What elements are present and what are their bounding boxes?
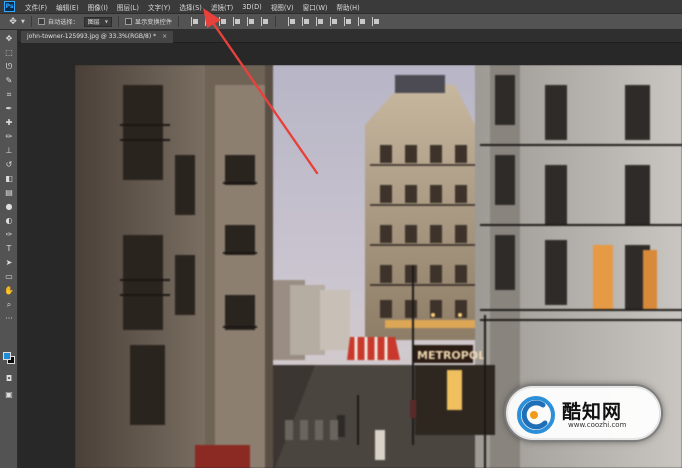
distribute-middle-icon[interactable] xyxy=(301,17,310,26)
document-tab[interactable]: john-towner-125993.jpg @ 33.3%(RGB/8) * × xyxy=(21,31,174,43)
quick-select-tool-icon[interactable]: ✎ xyxy=(3,76,15,86)
menu-layer[interactable]: 图层(L) xyxy=(117,2,139,12)
auto-select-checkbox[interactable] xyxy=(37,18,45,25)
divider xyxy=(30,16,32,27)
distribute-top-icon[interactable] xyxy=(287,17,296,26)
foreground-color-swatch[interactable] xyxy=(3,352,11,360)
divider xyxy=(117,16,119,27)
auto-select-dropdown[interactable]: 图层 ▼ xyxy=(83,16,112,27)
divider xyxy=(275,16,277,27)
clone-stamp-tool-icon[interactable]: ⊥ xyxy=(3,146,15,156)
pen-tool-icon[interactable]: ✑ xyxy=(3,230,15,240)
svg-text:METROPOL: METROPOL xyxy=(417,349,485,362)
distribute-center-icon[interactable] xyxy=(343,17,352,26)
align-top-icon[interactable] xyxy=(232,17,241,26)
chevron-down-icon: ▼ xyxy=(104,19,108,24)
menu-image[interactable]: 图像(I) xyxy=(88,2,108,12)
watermark-url: www.coozhi.com xyxy=(568,421,627,429)
document-tab-title: john-towner-125993.jpg @ 33.3%(RGB/8) * xyxy=(27,33,157,40)
lasso-tool-icon[interactable]: ᘎ xyxy=(3,62,15,72)
hand-tool-icon[interactable]: ✋ xyxy=(3,286,15,296)
gradient-tool-icon[interactable]: ▤ xyxy=(3,188,15,198)
align-left-icon[interactable] xyxy=(190,17,199,26)
history-brush-tool-icon[interactable]: ↺ xyxy=(3,160,15,170)
screen-mode-icon[interactable]: ▣ xyxy=(3,390,15,400)
healing-brush-tool-icon[interactable]: ✚ xyxy=(3,118,15,128)
close-icon[interactable]: × xyxy=(162,33,167,40)
menu-edit[interactable]: 编辑(E) xyxy=(56,2,79,12)
align-center-icon[interactable] xyxy=(204,17,213,26)
menu-view[interactable]: 视图(V) xyxy=(271,2,294,12)
menu-window[interactable]: 窗口(W) xyxy=(303,2,328,12)
options-bar: ✥ ▼ 自动选择： 图层 ▼ 显示变换控件 xyxy=(0,13,682,30)
show-transform-checkbox[interactable] xyxy=(124,18,132,25)
menu-file[interactable]: 文件(F) xyxy=(25,2,47,12)
eyedropper-tool-icon[interactable]: ✒ xyxy=(3,104,15,114)
eraser-tool-icon[interactable]: ◧ xyxy=(3,174,15,184)
distribute-right-icon[interactable] xyxy=(357,17,366,26)
more-tools-icon[interactable]: ··· xyxy=(3,314,15,324)
auto-select-value: 图层 xyxy=(87,19,100,26)
tools-panel: ✥ ⬚ ᘎ ✎ ⌗ ✒ ✚ ✏ ⊥ ↺ ◧ ▤ ● ◐ ✑ T ➤ ▭ ✋ ⌕ … xyxy=(0,30,18,468)
type-tool-icon[interactable]: T xyxy=(3,244,15,254)
distribute-bottom-icon[interactable] xyxy=(315,17,324,26)
auto-align-icon[interactable] xyxy=(371,17,380,26)
move-tool-preset-icon[interactable]: ✥ xyxy=(6,16,20,28)
document-tab-bar: john-towner-125993.jpg @ 33.3%(RGB/8) * × xyxy=(18,30,682,43)
quick-mask-icon[interactable]: ◘ xyxy=(3,374,15,384)
auto-select-label: 自动选择： xyxy=(47,19,79,26)
menu-filter[interactable]: 滤镜(T) xyxy=(211,2,233,12)
zoom-tool-icon[interactable]: ⌕ xyxy=(3,300,15,310)
menu-select[interactable]: 选择(S) xyxy=(179,2,202,12)
dodge-tool-icon[interactable]: ◐ xyxy=(3,216,15,226)
align-right-icon[interactable] xyxy=(218,17,227,26)
show-transform-label: 显示变换控件 xyxy=(134,19,173,26)
chevron-down-icon[interactable]: ▼ xyxy=(21,19,25,25)
blur-tool-icon[interactable]: ● xyxy=(3,202,15,212)
coozhi-watermark: 酷知网 www.coozhi.com xyxy=(506,386,661,440)
photoshop-logo: Ps xyxy=(4,1,15,12)
menu-3d[interactable]: 3D(D) xyxy=(242,3,262,11)
watermark-title: 酷知网 xyxy=(562,401,623,423)
align-bottom-icon[interactable] xyxy=(260,17,269,26)
coozhi-logo-icon xyxy=(517,396,555,434)
crop-tool-icon[interactable]: ⌗ xyxy=(3,90,15,100)
menu-help[interactable]: 帮助(H) xyxy=(336,2,359,12)
brush-tool-icon[interactable]: ✏ xyxy=(3,132,15,142)
rectangle-tool-icon[interactable]: ▭ xyxy=(3,272,15,282)
menu-type[interactable]: 文字(Y) xyxy=(148,2,170,12)
marquee-tool-icon[interactable]: ⬚ xyxy=(3,48,15,58)
move-tool-icon[interactable]: ✥ xyxy=(3,34,15,44)
align-middle-icon[interactable] xyxy=(246,17,255,26)
path-select-tool-icon[interactable]: ➤ xyxy=(3,258,15,268)
menu-bar: Ps 文件(F) 编辑(E) 图像(I) 图层(L) 文字(Y) 选择(S) 滤… xyxy=(0,0,682,13)
distribute-left-icon[interactable] xyxy=(329,17,338,26)
divider xyxy=(178,16,180,27)
